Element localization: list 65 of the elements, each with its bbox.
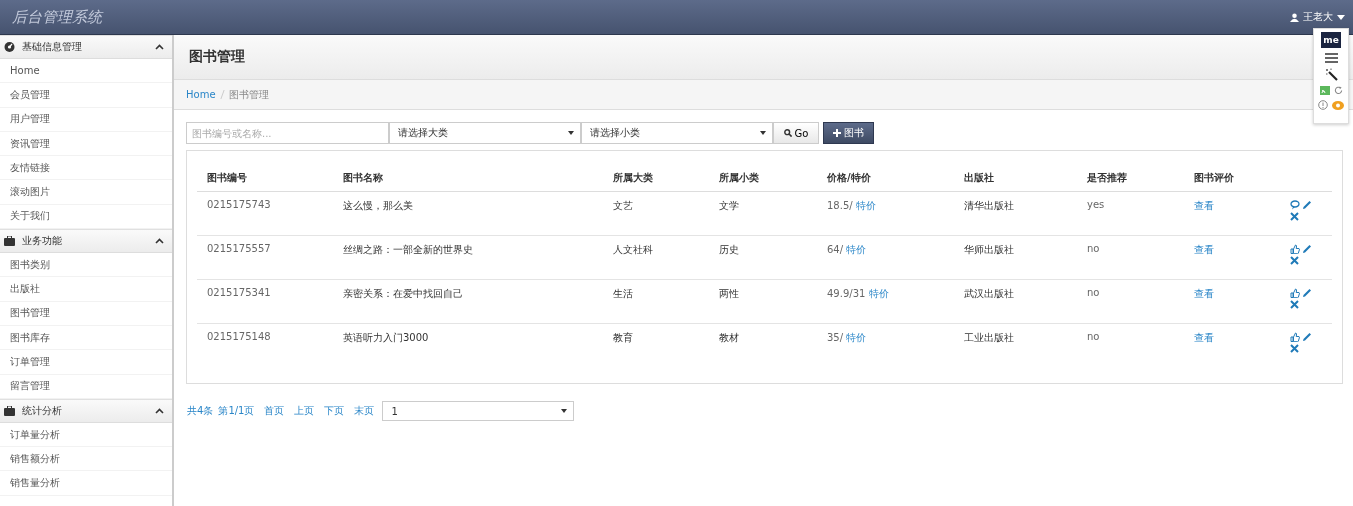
table-cell: 武汉出版社 [964,288,1014,299]
table-cell: 64/ [827,244,844,255]
special-price-link[interactable]: 特价 [846,244,867,255]
special-price-link[interactable]: 特价 [855,200,876,211]
add-book-button[interactable]: 图书 [823,122,874,144]
search-field[interactable]: 图书编号或名称... [186,122,389,144]
column-header: 所属小类 [719,172,759,183]
breadcrumb-current: 图书管理 [228,87,269,102]
table-cell: 华师出版社 [964,244,1014,255]
table-cell: 文艺 [613,200,633,211]
table-cell: 两性 [719,288,739,299]
sidebar-section-header[interactable]: 业务功能 [0,229,172,254]
category-select[interactable]: 请选择大类 [389,122,581,144]
subcategory-select[interactable]: 请选择小类 [581,122,773,144]
column-header: 图书评价 [1194,172,1234,183]
table-cell: 生活 [613,288,633,299]
user-menu[interactable]: 王老大 [1290,10,1345,24]
view-link[interactable]: 查看 [1194,332,1214,343]
table-cell: 英语听力入门3000 [343,332,429,343]
table-cell: no [1087,331,1100,342]
pagination-link[interactable]: 上页 [294,404,315,418]
table-cell: no [1087,287,1100,298]
column-header: 价格/特价 [827,172,871,183]
table-cell: 0215175341 [207,287,271,298]
table-cell: 丝绸之路：一部全新的世界史 [343,244,473,255]
page-select[interactable]: 1 [382,401,575,421]
table-cell: 18.5/ [827,200,853,211]
table-cell: 0215175743 [207,199,271,210]
column-header: 所属大类 [613,172,653,183]
table-cell: 教材 [719,332,739,343]
table-cell: 0215175557 [207,243,271,254]
go-button[interactable]: Go [773,122,819,144]
table-cell: 这么慢，那么美 [343,200,413,211]
special-price-link[interactable]: 特价 [868,288,889,299]
table-cell: 0215175148 [207,331,271,342]
sidebar-section-header[interactable]: 统计分析 [0,398,172,423]
column-header: 是否推荐 [1087,172,1127,183]
table-cell: no [1087,243,1100,254]
table-cell: 清华出版社 [964,200,1014,211]
table-cell: 人文社科 [613,244,653,255]
view-link[interactable]: 查看 [1194,200,1214,211]
table-cell: 亲密关系：在爱中找回自己 [343,288,463,299]
table-cell: 历史 [719,244,739,255]
total-count: 共4条 [187,404,214,418]
sidebar-section-header[interactable]: 基础信息管理 [0,35,172,59]
table-cell: yes [1087,199,1105,210]
column-header: 图书名称 [343,172,383,183]
pagination-link[interactable]: 首页 [264,404,285,418]
pagination-link[interactable]: 末页 [354,404,375,418]
view-link[interactable]: 查看 [1194,244,1214,255]
extension-logo-button[interactable]: me [1321,32,1341,48]
breadcrumb-link[interactable]: Home [186,89,216,100]
table-cell: 教育 [613,332,633,343]
column-header: 图书编号 [207,172,247,183]
table-cell: 文学 [719,200,739,211]
special-price-link[interactable]: 特价 [846,332,867,343]
column-header: 出版社 [964,172,994,183]
page-indicator: 第1/1页 [218,404,255,418]
table-cell: 35/ [827,332,844,343]
app-title: 后台管理系统 [12,7,102,27]
table-cell: 工业出版社 [964,332,1014,343]
page-title: 图书管理 [189,48,245,66]
view-link[interactable]: 查看 [1194,288,1214,299]
pagination-link[interactable]: 下页 [324,404,345,418]
table-cell: 49.9/31 [827,288,866,299]
